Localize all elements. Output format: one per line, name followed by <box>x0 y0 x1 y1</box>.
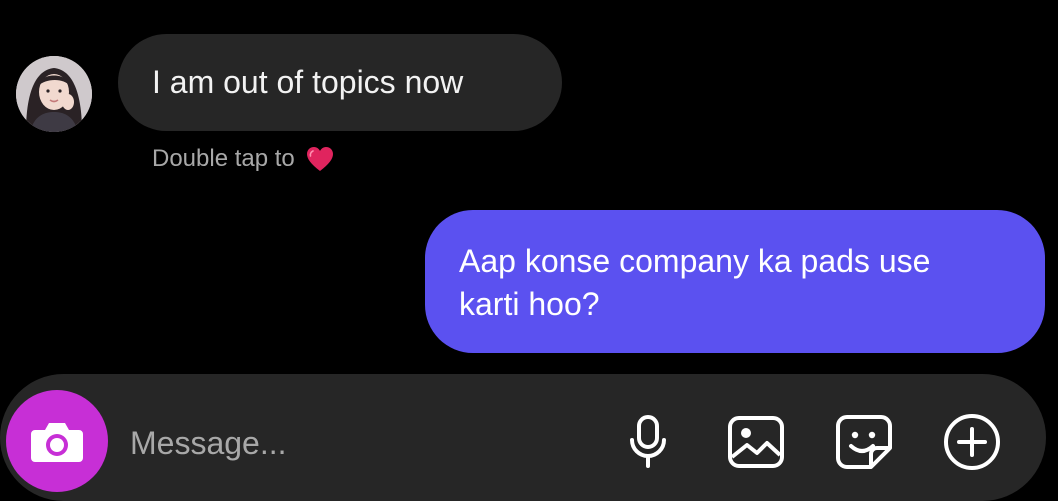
more-options-button[interactable] <box>940 410 1004 474</box>
camera-icon <box>31 423 83 462</box>
gallery-button[interactable] <box>724 410 788 474</box>
sticker-button[interactable] <box>832 410 896 474</box>
message-input[interactable] <box>130 418 590 468</box>
chat-screen: I am out of topics now Double tap to Aap… <box>0 0 1058 501</box>
camera-button[interactable] <box>6 390 108 492</box>
sticker-icon <box>836 415 892 469</box>
microphone-icon <box>630 415 666 468</box>
double-tap-hint-text: Double tap to <box>152 145 295 172</box>
heart-icon <box>305 145 335 173</box>
outgoing-message-bubble[interactable]: Aap konse company ka pads use karti hoo? <box>425 210 1045 353</box>
incoming-message-bubble[interactable]: I am out of topics now <box>118 34 562 131</box>
outgoing-message-line-2: karti hoo? <box>459 286 600 322</box>
contact-avatar[interactable] <box>16 56 92 132</box>
double-tap-hint: Double tap to <box>152 145 335 173</box>
outgoing-message-line-1: Aap konse company ka pads use <box>459 243 931 279</box>
profile-photo-avatar <box>16 56 92 132</box>
gallery-icon <box>728 416 784 468</box>
add-icon <box>944 414 1000 470</box>
voice-message-button[interactable] <box>616 410 680 474</box>
incoming-message-text: I am out of topics now <box>152 64 464 100</box>
